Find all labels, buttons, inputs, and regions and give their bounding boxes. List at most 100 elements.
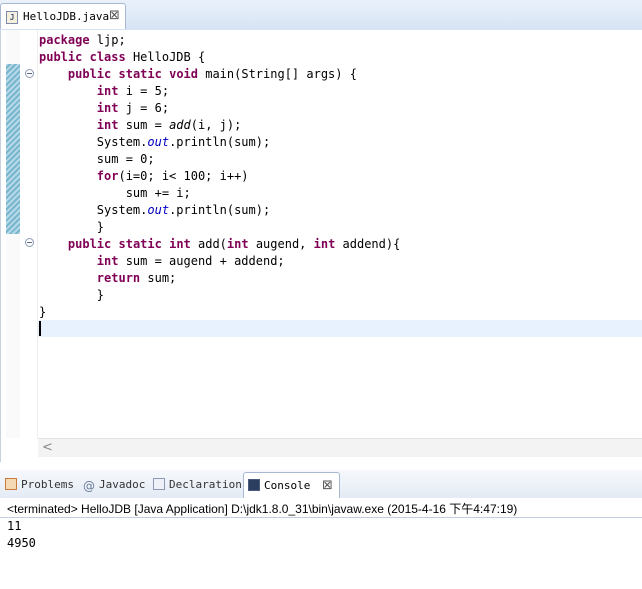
- text-caret: [39, 321, 41, 336]
- quick-diff-change-bar: [6, 64, 20, 234]
- code-line: }: [39, 287, 104, 304]
- java-file-icon: J: [6, 11, 18, 24]
- code-line: int sum = add(i, j);: [39, 117, 242, 134]
- code-keyword: int: [96, 254, 119, 268]
- scroll-left-icon[interactable]: <: [42, 440, 53, 455]
- code-keyword: package: [39, 33, 90, 47]
- code-token: (i=0; i< 100; i++): [118, 169, 249, 183]
- folding-gutter: [20, 30, 38, 438]
- code-editor[interactable]: package ljp; public class HelloJDB { publ…: [0, 30, 642, 462]
- code-token: addend){: [335, 237, 401, 251]
- code-line: System.out.println(sum);: [39, 134, 270, 151]
- console-process-title: <terminated> HelloJDB [Java Application]…: [7, 502, 518, 516]
- code-token: HelloJDB {: [125, 50, 206, 64]
- code-line: public static void main(String[] args) {: [39, 66, 357, 83]
- code-keyword: int: [313, 237, 336, 251]
- code-keyword: public: [67, 237, 112, 251]
- code-keyword: int: [96, 101, 119, 115]
- code-token: }: [39, 220, 105, 234]
- code-token: }: [39, 305, 47, 319]
- code-token: sum =: [118, 118, 170, 132]
- code-token: System.: [39, 203, 148, 217]
- javadoc-icon: @: [83, 479, 95, 493]
- code-keyword: public: [67, 67, 112, 81]
- code-keyword: return: [96, 271, 141, 285]
- code-line: sum = 0;: [39, 151, 155, 168]
- editor-tab-label: HelloJDB.java: [23, 10, 110, 23]
- code-keyword: public: [39, 50, 83, 64]
- code-line: package ljp;: [39, 32, 126, 49]
- close-icon[interactable]: ⊠: [109, 8, 120, 23]
- code-line: int sum = augend + addend;: [39, 253, 285, 270]
- code-line: for(i=0; i< 100; i++): [39, 168, 249, 185]
- tab-javadoc-label: Javadoc: [99, 478, 146, 491]
- code-token: j = 6;: [118, 101, 170, 115]
- code-field: out: [147, 135, 170, 149]
- close-icon[interactable]: ⊠: [322, 478, 333, 493]
- tab-declaration[interactable]: Declaration: [153, 472, 242, 497]
- tab-console[interactable]: Console ⊠: [243, 472, 340, 499]
- code-token: sum;: [140, 271, 177, 285]
- code-keyword: int: [96, 118, 119, 132]
- code-token: add: [169, 118, 191, 132]
- code-token: sum = 0;: [39, 152, 155, 166]
- console-header: <terminated> HelloJDB [Java Application]…: [0, 498, 642, 518]
- tab-javadoc[interactable]: @ Javadoc: [83, 472, 145, 497]
- code-line: public static int add(int augend, int ad…: [39, 236, 400, 253]
- code-token: i = 5;: [118, 84, 170, 98]
- code-keyword: int: [169, 237, 191, 251]
- code-token: }: [39, 288, 105, 302]
- code-token: .println(sum);: [169, 135, 271, 149]
- code-token: add(: [190, 237, 227, 251]
- code-keyword: void: [169, 67, 198, 81]
- code-token: (i, j);: [190, 118, 242, 132]
- editor-tab-hellojdb[interactable]: J HelloJDB.java ⊠: [0, 3, 126, 29]
- fold-collapse-icon[interactable]: [25, 238, 34, 247]
- console-output-line: 11: [7, 519, 22, 533]
- tab-problems[interactable]: Problems: [5, 472, 74, 497]
- fold-collapse-icon[interactable]: [25, 69, 34, 78]
- code-line: sum += i;: [39, 185, 191, 202]
- code-token: .println(sum);: [169, 203, 271, 217]
- horizontal-scrollbar[interactable]: <: [38, 438, 642, 457]
- code-keyword: static: [118, 237, 162, 251]
- code-keyword: class: [89, 50, 126, 64]
- code-keyword: int: [96, 84, 119, 98]
- code-token: ljp;: [89, 33, 126, 47]
- code-keyword: int: [226, 237, 249, 251]
- editor-tab-bar: J HelloJDB.java ⊠: [0, 0, 642, 31]
- code-field: out: [147, 203, 170, 217]
- tab-console-label: Console: [264, 479, 311, 492]
- code-line: }: [39, 219, 104, 236]
- panel-tab-bar: Problems @ Javadoc Declaration Console ⊠: [0, 470, 642, 499]
- code-line: public class HelloJDB {: [39, 49, 205, 66]
- code-token: System.: [39, 135, 148, 149]
- problems-icon: [5, 478, 17, 490]
- declaration-icon: [153, 478, 165, 490]
- code-token: main(String[] args) {: [198, 67, 357, 81]
- tab-problems-label: Problems: [21, 478, 74, 491]
- code-line: int j = 6;: [39, 100, 169, 117]
- tab-declaration-label: Declaration: [169, 478, 242, 491]
- code-line: int i = 5;: [39, 83, 169, 100]
- code-token: augend,: [248, 237, 314, 251]
- code-keyword: static: [118, 67, 162, 81]
- code-line: return sum;: [39, 270, 176, 287]
- code-line: }: [39, 304, 46, 321]
- code-token: sum += i;: [39, 186, 191, 200]
- code-token: sum = augend + addend;: [118, 254, 285, 268]
- code-keyword: for: [96, 169, 119, 183]
